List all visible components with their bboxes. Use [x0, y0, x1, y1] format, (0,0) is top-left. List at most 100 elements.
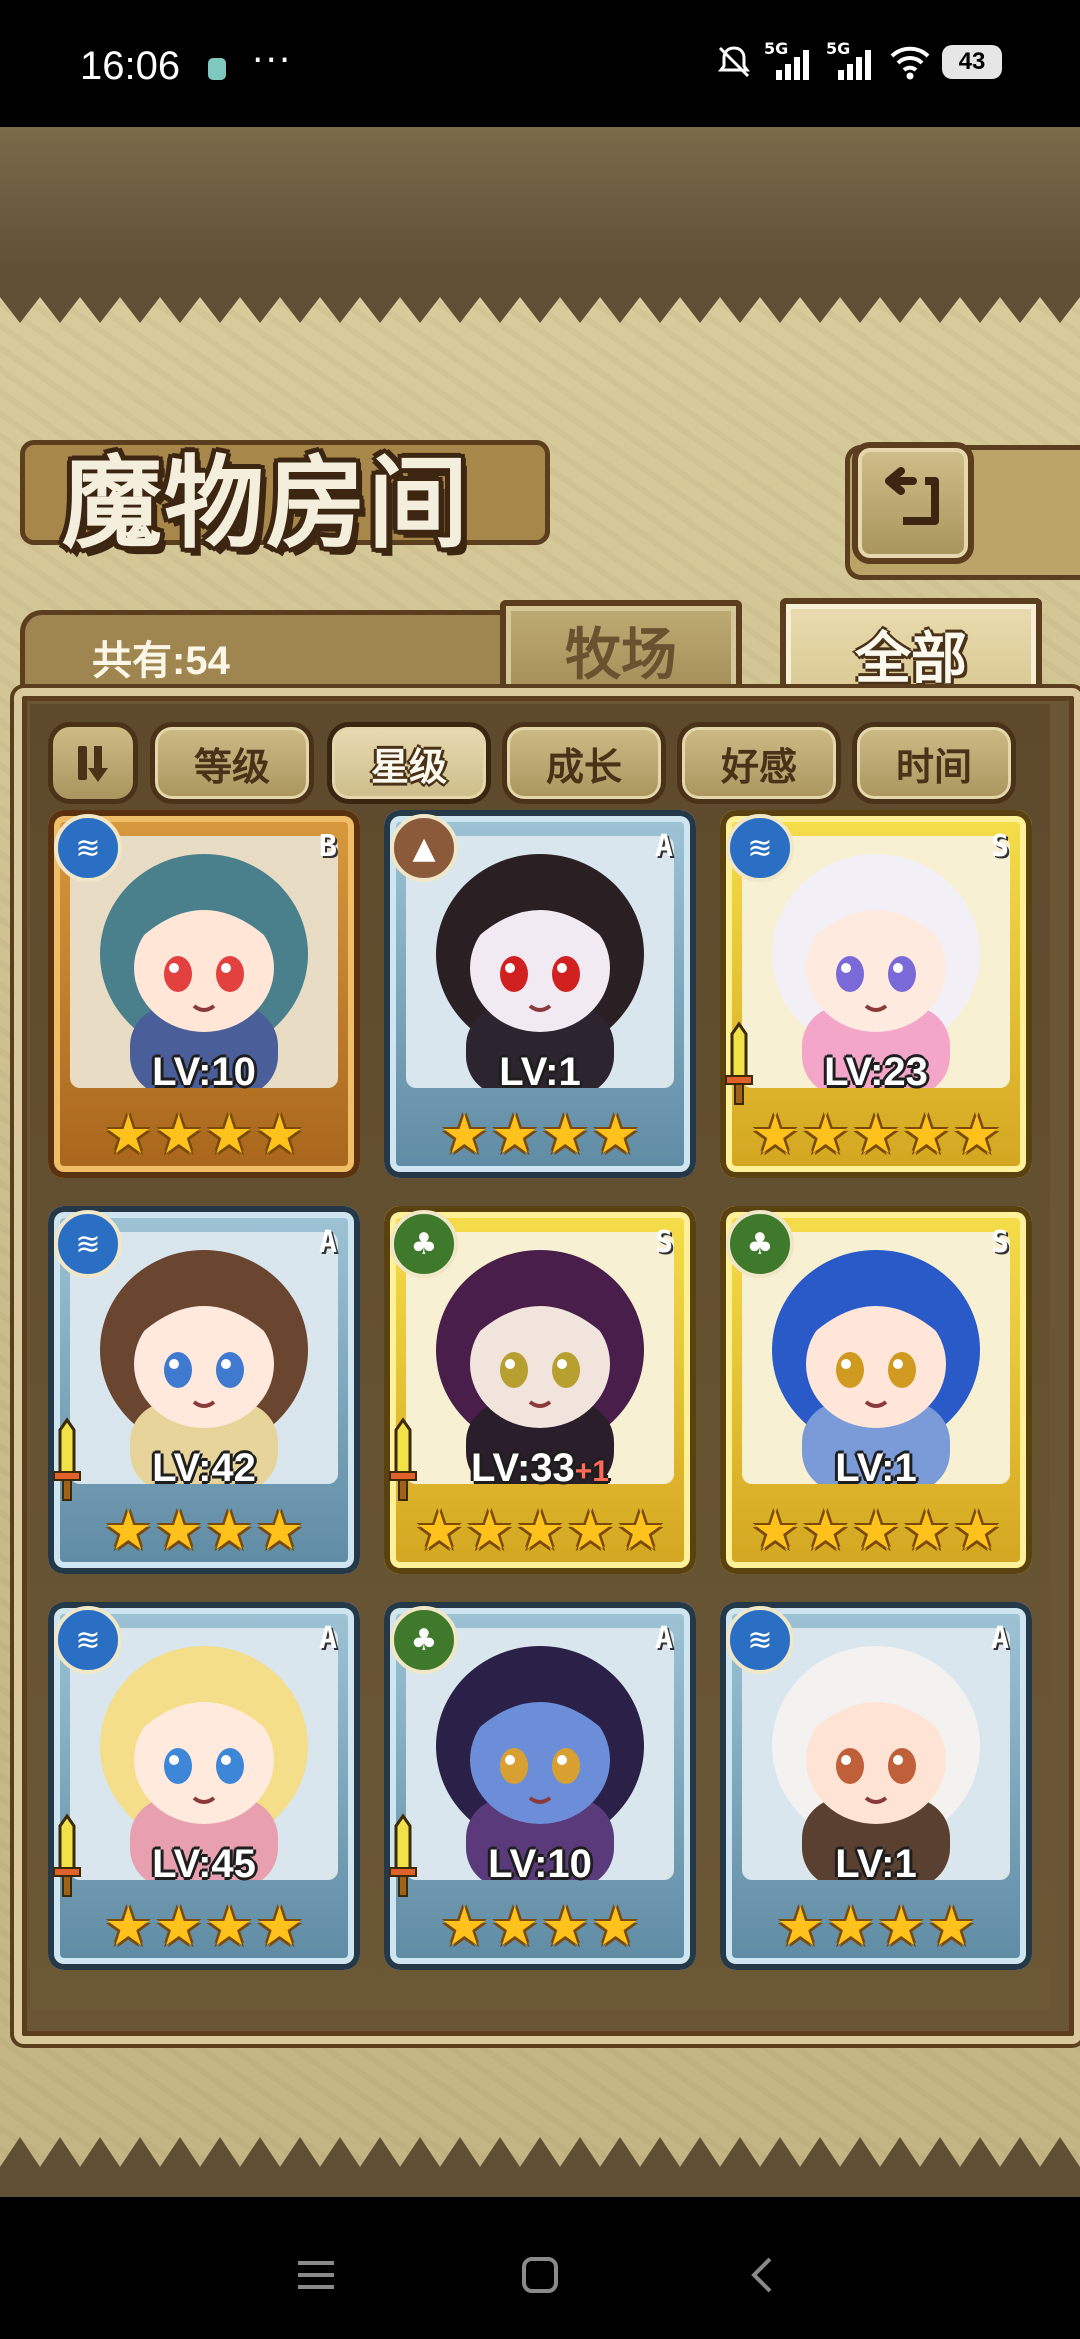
star-icon: ★: [826, 1895, 875, 1958]
star-icon: ★: [851, 1103, 901, 1166]
star-icon: ★: [154, 1499, 203, 1562]
star-icon: ★: [927, 1895, 976, 1958]
monster-card[interactable]: ≋ A LV:42 ★ ★ ★ ★: [48, 1206, 360, 1574]
menu-icon: [298, 2261, 334, 2289]
star-rating: ★ ★ ★ ★: [88, 1104, 320, 1166]
star-icon: ★: [750, 1103, 800, 1166]
star-icon: ★: [902, 1499, 951, 1562]
star-icon: ★: [490, 1895, 539, 1958]
level-bonus: +1: [574, 1455, 609, 1488]
battery-icon: 43: [942, 45, 1002, 79]
wood-element-icon: ♣: [390, 1606, 458, 1674]
back-button[interactable]: [734, 2245, 794, 2305]
water-element-icon: ≋: [54, 814, 122, 882]
sort-star-button[interactable]: 星级: [327, 722, 491, 804]
rank-badge: S: [654, 1225, 674, 1260]
water-element-icon: ≋: [726, 1606, 794, 1674]
rank-badge: A: [318, 1225, 338, 1260]
star-rating: ★ ★ ★ ★: [424, 1104, 656, 1166]
monster-card[interactable]: ≋ S LV:23 ★ ★ ★ ★ ★: [720, 810, 1032, 1178]
level-value: LV:1: [835, 1446, 917, 1490]
sort-growth-button[interactable]: 成长: [502, 722, 666, 804]
home-button[interactable]: [510, 2245, 570, 2305]
level-value: LV:23: [824, 1050, 928, 1094]
rank-badge: A: [318, 1621, 338, 1656]
level-label: LV:1: [384, 1050, 696, 1095]
star-icon: ★: [440, 1103, 489, 1166]
sort-affection-button[interactable]: 好感: [677, 722, 841, 804]
level-label: LV:45: [48, 1842, 360, 1887]
star-rating: ★ ★ ★ ★ ★: [751, 1499, 1001, 1562]
star-icon: ★: [591, 1103, 640, 1166]
water-element-icon: ≋: [726, 814, 794, 882]
star-icon: ★: [205, 1103, 254, 1166]
wood-element-icon: ♣: [726, 1210, 794, 1278]
monster-card[interactable]: ≋ A LV:1 ★ ★ ★ ★: [720, 1602, 1032, 1970]
monster-card[interactable]: ▲ A LV:1 ★ ★ ★ ★: [384, 810, 696, 1178]
level-label: LV:1: [720, 1842, 1032, 1887]
star-icon: ★: [515, 1499, 565, 1562]
monster-card[interactable]: ♣ S LV:1 ★ ★ ★ ★ ★: [720, 1206, 1032, 1574]
star-icon: ★: [205, 1895, 254, 1958]
rank-badge: B: [318, 829, 338, 864]
monster-card[interactable]: ≋ B LV:10 ★ ★ ★ ★: [48, 810, 360, 1178]
star-icon: ★: [205, 1499, 254, 1562]
star-rating: ★ ★ ★ ★: [760, 1896, 992, 1958]
home-icon: [522, 2257, 558, 2293]
star-rating: ★ ★ ★ ★: [88, 1896, 320, 1958]
status-indicators: 5G 5G 43: [714, 41, 1002, 82]
level-value: LV:42: [152, 1446, 256, 1490]
star-icon: ★: [104, 1499, 153, 1562]
star-rating: ★ ★ ★ ★ ★: [751, 1103, 1001, 1166]
star-rating: ★ ★ ★ ★ ★: [415, 1499, 665, 1562]
page-title: 魔物房间: [62, 444, 470, 562]
star-icon: ★: [465, 1499, 514, 1562]
star-icon: ★: [104, 1895, 153, 1958]
tab-ranch[interactable]: 牧场: [500, 600, 742, 694]
menu-button[interactable]: [286, 2245, 346, 2305]
rank-badge: A: [990, 1621, 1010, 1656]
star-icon: ★: [255, 1103, 304, 1166]
star-icon: ★: [952, 1103, 1002, 1166]
level-label: LV:23: [720, 1050, 1032, 1095]
star-icon: ★: [801, 1499, 850, 1562]
return-button[interactable]: [852, 442, 974, 564]
star-icon: ★: [541, 1895, 590, 1958]
star-icon: ★: [440, 1895, 489, 1958]
star-icon: ★: [952, 1499, 1002, 1562]
star-icon: ★: [154, 1103, 203, 1166]
silent-bell-icon: [718, 46, 750, 78]
level-value: LV:45: [152, 1842, 256, 1886]
monster-card[interactable]: ♣ A LV:10 ★ ★ ★ ★: [384, 1602, 696, 1970]
sort-order-icon: [78, 746, 108, 782]
star-icon: ★: [750, 1499, 800, 1562]
rank-badge: S: [990, 829, 1010, 864]
star-icon: ★: [154, 1895, 203, 1958]
sort-order-toggle[interactable]: [48, 722, 138, 804]
level-label: LV:10: [384, 1842, 696, 1887]
sort-time-button[interactable]: 时间: [852, 722, 1016, 804]
star-icon: ★: [490, 1103, 539, 1166]
monster-count: 共有:54: [92, 639, 230, 683]
signal-icon: 5G: [764, 41, 816, 82]
star-icon: ★: [801, 1103, 850, 1166]
monster-card[interactable]: ≋ A LV:45 ★ ★ ★ ★: [48, 1602, 360, 1970]
earth-element-icon: ▲: [390, 814, 458, 882]
title-plate: 魔物房间: [20, 310, 550, 562]
star-rating: ★ ★ ★ ★: [88, 1500, 320, 1562]
level-label: LV:42: [48, 1446, 360, 1491]
star-icon: ★: [541, 1103, 590, 1166]
star-icon: ★: [255, 1895, 304, 1958]
monster-card[interactable]: ♣ S LV:33+1 ★ ★ ★ ★ ★: [384, 1206, 696, 1574]
rank-badge: S: [990, 1225, 1010, 1260]
water-element-icon: ≋: [54, 1210, 122, 1278]
sort-level-button[interactable]: 等级: [150, 722, 314, 804]
return-arrow-icon: [885, 467, 939, 525]
more-notifications-icon: ···: [252, 40, 293, 81]
level-value: LV:10: [152, 1050, 256, 1094]
star-icon: ★: [616, 1499, 666, 1562]
wood-element-icon: ♣: [390, 1210, 458, 1278]
level-value: LV:1: [835, 1842, 917, 1886]
star-rating: ★ ★ ★ ★: [424, 1896, 656, 1958]
star-icon: ★: [902, 1103, 951, 1166]
